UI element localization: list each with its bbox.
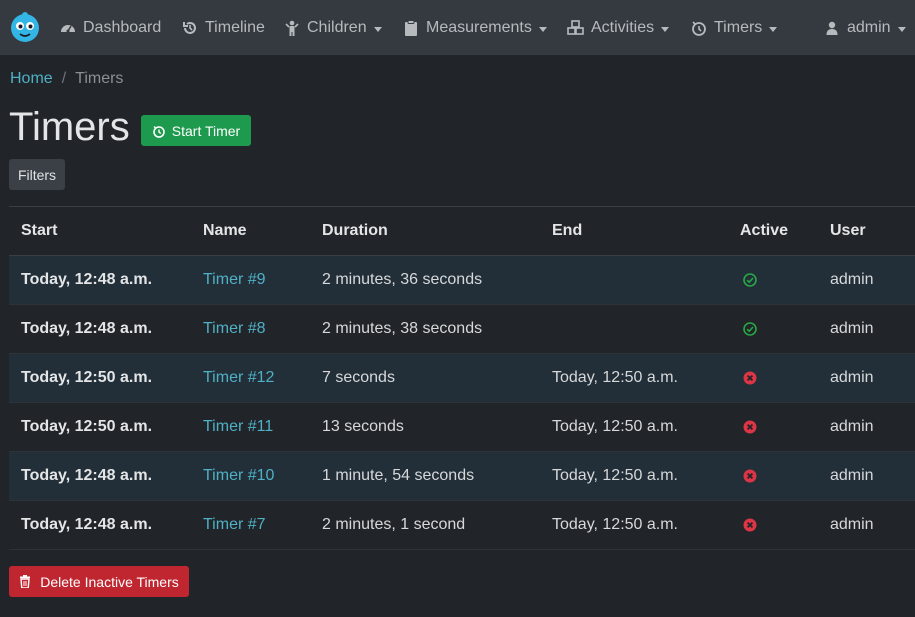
check-circle-icon: [743, 321, 757, 336]
x-circle-icon: [743, 371, 757, 385]
start-timer-button[interactable]: Start Timer: [141, 115, 251, 146]
cell-user: admin: [818, 500, 915, 550]
start-timer-label: Start Timer: [171, 122, 241, 139]
cell-end: Today, 12:50 a.m.: [540, 451, 728, 501]
child-icon: [283, 19, 301, 37]
column-header-start: Start: [9, 206, 191, 256]
cell-end: [540, 304, 728, 354]
table-row: Today, 12:50 a.m. Timer #12 7 seconds Today…: [9, 353, 915, 403]
table-header-row: Start Name Duration End Active User: [9, 206, 915, 256]
chevron-down-icon: [373, 26, 382, 32]
nav-activities[interactable]: Activities: [567, 17, 670, 39]
breadcrumb-separator: /: [61, 70, 67, 87]
column-header-active: Active: [728, 206, 818, 256]
table-row: Today, 12:48 a.m. Timer #9 2 minutes, 36 s…: [9, 255, 915, 305]
column-header-duration: Duration: [310, 206, 540, 256]
timer-name-link[interactable]: Timer #10: [191, 451, 310, 501]
timer-name-link[interactable]: Timer #12: [191, 353, 310, 403]
timer-name-link[interactable]: Timer #8: [191, 304, 310, 354]
cell-user: admin: [818, 402, 915, 452]
cell-start: Today, 12:48 a.m.: [9, 304, 191, 354]
nav-measurements-label: Measurements: [426, 19, 532, 36]
cell-active: [728, 304, 818, 354]
breadcrumb-home[interactable]: Home: [10, 70, 53, 88]
chevron-down-icon: [661, 26, 670, 32]
cell-active: [728, 451, 818, 501]
delete-inactive-timers-button[interactable]: Delete Inactive Timers: [9, 566, 189, 597]
history-icon: [181, 19, 199, 37]
check-circle-icon: [743, 272, 757, 287]
nav-timers-label: Timers: [714, 19, 763, 36]
user-icon: [823, 19, 841, 37]
breadcrumb: Home / Timers: [10, 70, 123, 88]
nav-timers[interactable]: Timers: [690, 17, 778, 39]
nav-activities-label: Activities: [591, 19, 655, 36]
nav-user-label: admin: [847, 19, 891, 36]
timer-name-link[interactable]: Timer #7: [191, 500, 310, 550]
cell-user: admin: [818, 304, 915, 354]
table-row: Today, 12:48 a.m. Timer #8 2 minutes, 38 s…: [9, 304, 915, 354]
timer-name-link[interactable]: Timer #11: [191, 402, 310, 452]
cubes-icon: [567, 19, 585, 37]
nav-dashboard-label: Dashboard: [83, 19, 162, 36]
timer-icon: [152, 125, 165, 138]
chevron-down-icon: [897, 26, 906, 32]
dashboard-icon: [59, 19, 77, 37]
cell-duration: 7 seconds: [310, 353, 540, 403]
cell-user: admin: [818, 451, 915, 501]
column-header-name: Name: [191, 206, 310, 256]
cell-duration: 13 seconds: [310, 402, 540, 452]
table-row: Today, 12:50 a.m. Timer #11 13 seconds Toda…: [9, 402, 915, 452]
cell-end: Today, 12:50 a.m.: [540, 402, 728, 452]
cell-start: Today, 12:48 a.m.: [9, 255, 191, 305]
cell-start: Today, 12:48 a.m.: [9, 500, 191, 550]
trash-icon: [20, 575, 31, 588]
chevron-down-icon: [769, 26, 778, 32]
column-header-user: User: [818, 206, 915, 256]
cell-active: [728, 353, 818, 403]
cell-start: Today, 12:50 a.m.: [9, 402, 191, 452]
cell-duration: 2 minutes, 36 seconds: [310, 255, 540, 305]
nav-children[interactable]: Children: [283, 17, 382, 39]
cell-duration: 1 minute, 54 seconds: [310, 451, 540, 501]
x-circle-icon: [743, 518, 757, 532]
timer-name-link[interactable]: Timer #9: [191, 255, 310, 305]
cell-end: Today, 12:50 a.m.: [540, 500, 728, 550]
chevron-down-icon: [538, 26, 547, 32]
timer-icon: [690, 19, 708, 37]
cell-duration: 2 minutes, 38 seconds: [310, 304, 540, 354]
cell-active: [728, 500, 818, 550]
clipboard-icon: [402, 19, 420, 37]
table-row: Today, 12:48 a.m. Timer #10 1 minute, 54 s…: [9, 451, 915, 501]
cell-active: [728, 255, 818, 305]
delete-inactive-timers-label: Delete Inactive Timers: [40, 573, 179, 590]
nav-timeline[interactable]: Timeline: [181, 17, 265, 39]
nav-dashboard[interactable]: Dashboard: [59, 17, 161, 39]
cell-start: Today, 12:50 a.m.: [9, 353, 191, 403]
cell-end: Today, 12:50 a.m.: [540, 353, 728, 403]
x-circle-icon: [743, 420, 757, 434]
column-header-end: End: [540, 206, 728, 256]
x-circle-icon: [743, 469, 757, 483]
table-row: Today, 12:48 a.m. Timer #7 2 minutes, 1 se…: [9, 500, 915, 550]
timers-table-body: Today, 12:48 a.m. Timer #9 2 minutes, 36 s…: [9, 255, 915, 550]
cell-active: [728, 402, 818, 452]
babybuddy-logo[interactable]: [9, 11, 41, 43]
filters-button[interactable]: Filters: [9, 159, 65, 190]
cell-start: Today, 12:48 a.m.: [9, 451, 191, 501]
nav-timeline-label: Timeline: [205, 19, 265, 36]
timers-table: Start Name Duration End Active User Toda…: [9, 206, 915, 550]
nav-user-menu[interactable]: admin: [823, 17, 906, 39]
nav-measurements[interactable]: Measurements: [402, 17, 547, 39]
cell-end: [540, 255, 728, 305]
page-title: Timers: [9, 105, 130, 149]
navbar: Dashboard Timeline Children Measurements…: [0, 0, 915, 55]
cell-duration: 2 minutes, 1 second: [310, 500, 540, 550]
nav-children-label: Children: [307, 19, 367, 36]
breadcrumb-current: Timers: [75, 70, 124, 87]
cell-user: admin: [818, 255, 915, 305]
cell-user: admin: [818, 353, 915, 403]
